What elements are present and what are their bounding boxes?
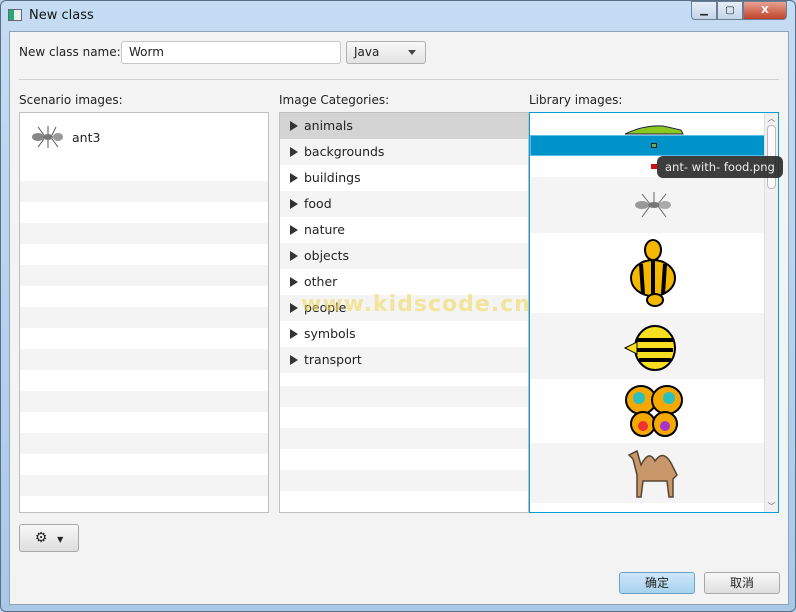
expand-triangle-icon[interactable] xyxy=(290,121,298,131)
category-backgrounds[interactable]: backgrounds xyxy=(280,139,528,165)
tooltip: ant- with- food.png xyxy=(657,156,783,178)
library-image-alligator[interactable] xyxy=(530,113,778,135)
category-label: backgrounds xyxy=(304,144,385,159)
expand-triangle-icon[interactable] xyxy=(290,329,298,339)
library-image-camel[interactable] xyxy=(530,443,778,503)
image-categories-label: Image Categories: xyxy=(279,93,390,107)
expand-triangle-icon[interactable] xyxy=(290,277,298,287)
category-transport[interactable]: transport xyxy=(280,347,528,373)
cancel-button[interactable]: 取消 xyxy=(704,572,780,594)
dialog-window: New class ▁ ▢ X New class name: Worm Jav… xyxy=(0,0,796,612)
scenario-images-list[interactable]: ant3 xyxy=(19,112,269,513)
category-label: objects xyxy=(304,248,350,263)
expand-triangle-icon[interactable] xyxy=(290,199,298,209)
category-label: nature xyxy=(304,222,345,237)
category-label: symbols xyxy=(304,326,356,341)
minimize-button[interactable]: ▁ xyxy=(691,1,717,20)
category-symbols[interactable]: symbols xyxy=(280,321,528,347)
library-image-bee[interactable] xyxy=(530,233,778,313)
class-name-label: New class name: xyxy=(19,45,121,59)
window-title: New class xyxy=(29,8,94,23)
category-label: buildings xyxy=(304,170,361,185)
expand-triangle-icon[interactable] xyxy=(290,173,298,183)
gear-icon: ⚙ xyxy=(34,530,48,546)
chevron-down-icon xyxy=(408,50,416,59)
expand-triangle-icon[interactable] xyxy=(290,225,298,235)
library-image-ant[interactable] xyxy=(530,177,778,233)
category-objects[interactable]: objects xyxy=(280,243,528,269)
language-value: Java xyxy=(354,45,380,59)
close-button[interactable]: X xyxy=(743,1,787,20)
class-name-input[interactable]: Worm xyxy=(121,41,341,64)
list-item[interactable]: ant3 xyxy=(20,113,268,161)
category-label: other xyxy=(304,274,338,289)
library-images-label: Library images: xyxy=(529,93,623,107)
scenario-image-name: ant3 xyxy=(72,129,101,145)
expand-triangle-icon[interactable] xyxy=(290,147,298,157)
category-label: animals xyxy=(304,118,353,133)
app-icon xyxy=(8,9,22,21)
settings-menu-button[interactable]: ⚙ ▼ xyxy=(19,524,79,552)
library-image-bee2[interactable] xyxy=(530,313,778,379)
separator xyxy=(19,79,779,80)
category-label: transport xyxy=(304,352,362,367)
category-nature[interactable]: nature xyxy=(280,217,528,243)
chevron-down-icon: ▼ xyxy=(57,535,64,544)
library-image-butterfly[interactable] xyxy=(530,379,778,443)
category-buildings[interactable]: buildings xyxy=(280,165,528,191)
expand-triangle-icon[interactable] xyxy=(290,355,298,365)
maximize-button[interactable]: ▢ xyxy=(717,1,743,20)
category-food[interactable]: food xyxy=(280,191,528,217)
ant-image xyxy=(32,126,63,148)
expand-triangle-icon[interactable] xyxy=(290,251,298,261)
category-label: food xyxy=(304,196,332,211)
expand-triangle-icon[interactable] xyxy=(290,303,298,313)
category-animals[interactable]: animals xyxy=(280,113,528,139)
scenario-images-label: Scenario images: xyxy=(19,93,123,107)
library-image-ant-with-food[interactable] xyxy=(530,135,778,156)
watermark: www.kidscode.cn xyxy=(301,292,531,317)
language-select[interactable]: Java xyxy=(346,41,426,64)
ok-button[interactable]: 确定 xyxy=(619,572,695,594)
